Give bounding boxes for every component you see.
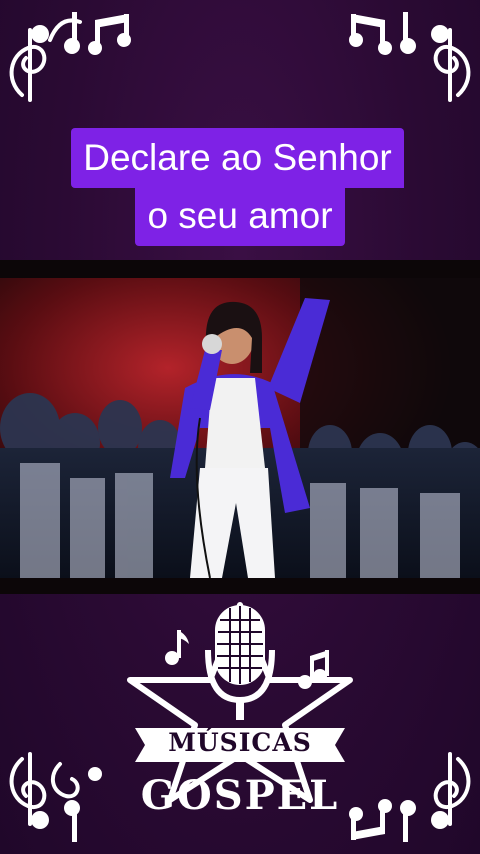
logo-title-gospel: GOSPEL [140,772,340,819]
musicas-gospel-logo: MÚSICAS GOSPEL [120,600,360,830]
music-notes-decoration-icon [349,12,471,102]
caption-line-2: o seu amor [135,186,345,246]
lyric-caption: Declare ao Senhor o seu amor [0,128,480,246]
music-notes-decoration-icon [9,12,131,102]
logo-title-musicas: MÚSICAS [168,728,312,757]
caption-line-1: Declare ao Senhor [71,128,404,188]
video-frame-singer [0,278,480,578]
video-player[interactable] [0,260,480,594]
